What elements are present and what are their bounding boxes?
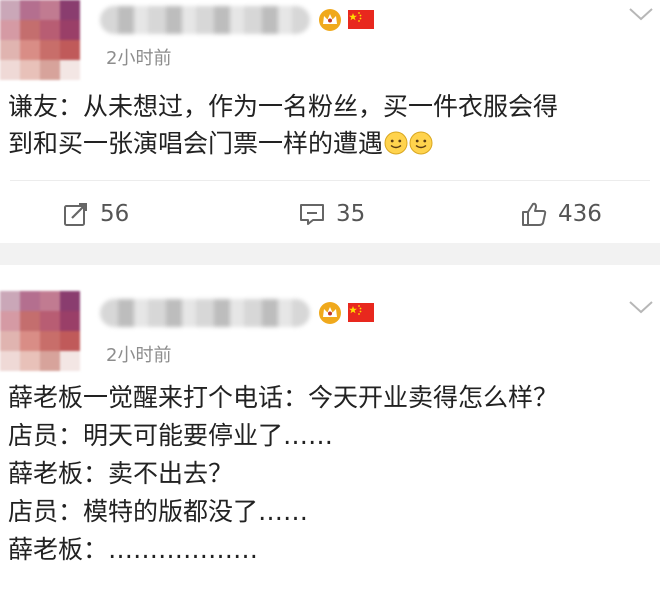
flag-icon — [348, 303, 374, 322]
content-line: 店员：模特的版都没了…… — [8, 497, 309, 526]
comment-count: 35 — [336, 201, 366, 227]
post-content: 薛老板一觉醒来打个电话：今天开业卖得怎么样？ 店员：明天可能要停业了…… 薛老板… — [8, 379, 653, 569]
username-blurred[interactable] — [100, 299, 310, 327]
divider — [10, 180, 650, 181]
content-line: 薛老板：卖不出去？ — [8, 459, 234, 488]
post-content: 谦友：从未想过，作为一名粉丝，买一件衣服会得 到和买一张演唱会门票一样的遭遇 — [8, 88, 653, 162]
avatar[interactable] — [0, 0, 80, 80]
crown-icon — [319, 302, 341, 324]
post-card: 2小时前 谦友：从未想过，作为一名粉丝，买一件衣服会得 到和买一张演唱会门票一样… — [0, 0, 660, 243]
comment-button[interactable]: 35 — [298, 196, 365, 232]
content-line: 薛老板：……………… — [8, 535, 259, 564]
repost-icon — [64, 203, 87, 226]
content-line: 谦友：从未想过，作为一名粉丝，买一件衣服会得 — [8, 92, 559, 121]
avatar[interactable] — [0, 291, 80, 371]
chevron-down-icon[interactable] — [628, 6, 654, 22]
repost-button[interactable]: 56 — [62, 196, 129, 232]
chevron-down-icon[interactable] — [628, 299, 654, 315]
crown-icon — [319, 9, 341, 31]
username-blurred[interactable] — [100, 6, 310, 34]
content-line: 薛老板一觉醒来打个电话：今天开业卖得怎么样？ — [8, 383, 559, 412]
action-bar: 56 35 436 — [0, 196, 660, 232]
smile-emoji-icon — [384, 131, 408, 155]
post-time: 2小时前 — [106, 48, 172, 69]
content-line: 到和买一张演唱会门票一样的遭遇 — [8, 125, 653, 162]
like-icon — [522, 202, 547, 226]
smile-emoji-icon — [409, 131, 433, 155]
like-count: 436 — [558, 201, 602, 227]
comment-icon — [300, 204, 324, 225]
content-line: 店员：明天可能要停业了…… — [8, 421, 334, 450]
post-time: 2小时前 — [106, 345, 172, 366]
flag-icon — [348, 10, 374, 29]
like-button[interactable]: 436 — [520, 196, 602, 232]
repost-count: 56 — [100, 201, 130, 227]
post-card: 2小时前 薛老板一觉醒来打个电话：今天开业卖得怎么样？ 店员：明天可能要停业了…… — [0, 265, 660, 589]
